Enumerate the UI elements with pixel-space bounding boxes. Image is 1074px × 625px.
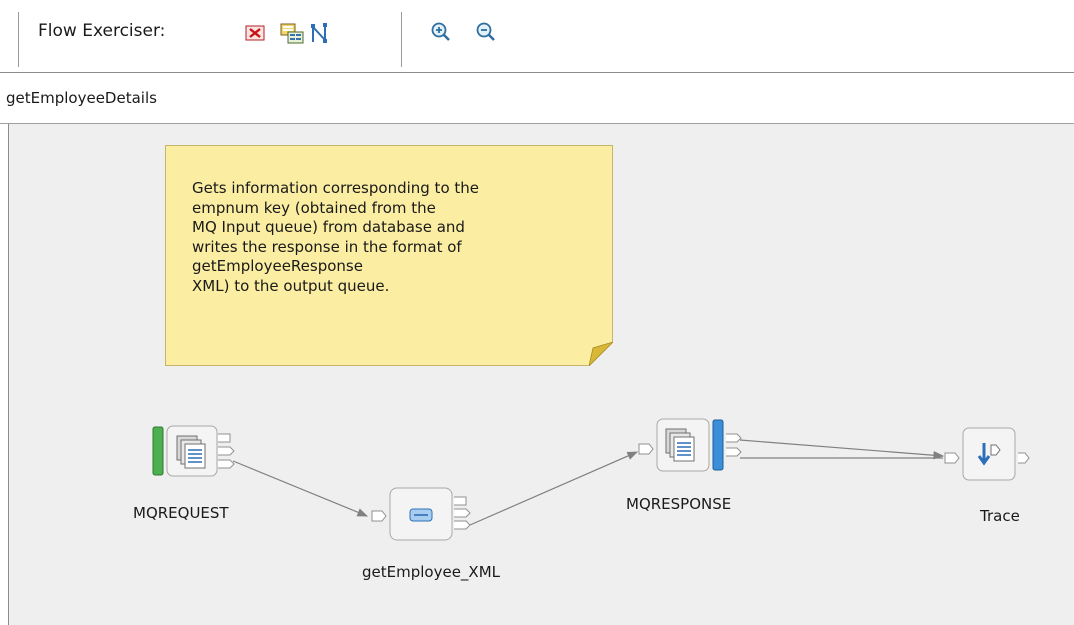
mqrequest-node[interactable] <box>152 425 236 481</box>
flow-connections <box>232 439 945 526</box>
mqresponse-label: MQRESPONSE <box>626 495 732 513</box>
trace-label: Trace <box>980 507 1020 525</box>
trace-node[interactable] <box>943 427 1053 491</box>
connection-mqrequest-to-compute <box>232 460 369 517</box>
trace-node-icon <box>944 427 1030 481</box>
connection-mqresponse-to-trace-1 <box>739 439 945 460</box>
mqrequest-label: MQREQUEST <box>133 504 229 522</box>
mq-input-node-icon <box>152 425 235 477</box>
mqresponse-node[interactable] <box>637 418 743 478</box>
compute-node[interactable] <box>370 487 474 547</box>
mq-output-node-icon <box>638 418 742 472</box>
connection-compute-to-mqresponse <box>469 451 639 526</box>
compute-label: getEmployee_XML <box>362 563 500 581</box>
compute-node-icon <box>371 487 471 541</box>
